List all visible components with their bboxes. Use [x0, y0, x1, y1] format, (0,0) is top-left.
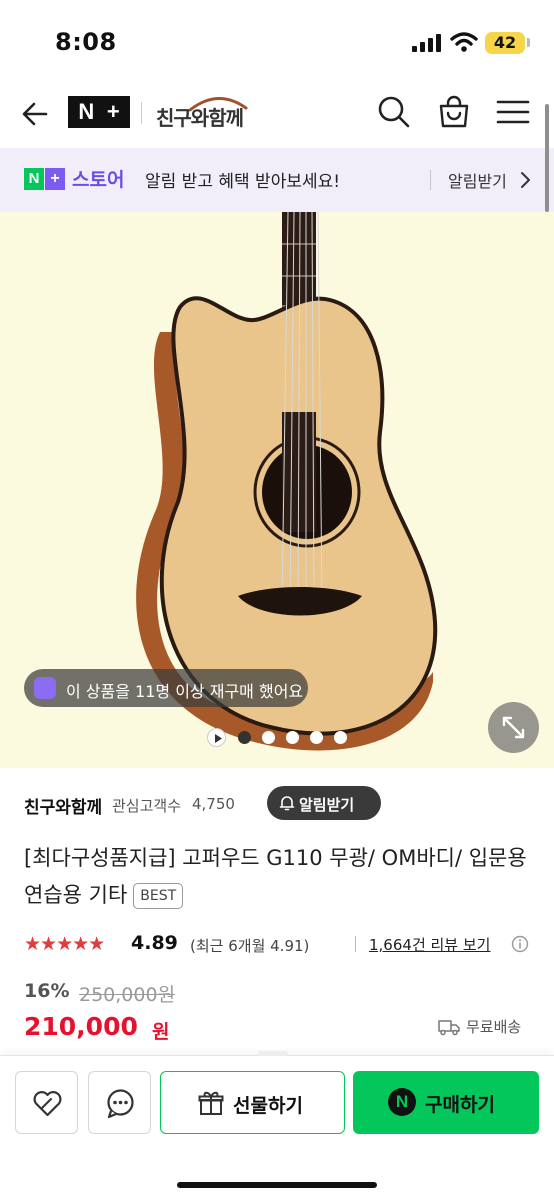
naver-plus-logo[interactable]: N + — [68, 96, 130, 128]
discount-percent: 16% — [24, 980, 70, 1002]
wishlist-button[interactable] — [15, 1071, 78, 1134]
talk-chat-button[interactable] — [88, 1071, 151, 1134]
star-rating-icon: ★★★★★ — [24, 933, 105, 955]
carousel-dot[interactable] — [262, 731, 275, 744]
nplus-logo-plus: + — [106, 99, 120, 124]
followers-label: 관심고객수 — [112, 797, 182, 815]
product-title-text: [최다구성품지급] 고퍼우드 G110 무광/ OM바디/ 입문용 연습용 기타 — [24, 846, 527, 907]
store-brand-logo[interactable]: 친구와함께 — [152, 94, 252, 130]
original-price: 250,000원 — [79, 984, 176, 1006]
battery-tip — [527, 38, 530, 47]
banner-message: 알림 받고 혜택 받아보세요! — [145, 172, 341, 192]
heart-icon — [33, 1091, 62, 1117]
expand-image-button[interactable] — [488, 702, 539, 753]
banner-logo-plus: + — [45, 168, 65, 190]
info-icon[interactable] — [511, 935, 529, 953]
buy-button[interactable]: N 구매하기 — [353, 1071, 539, 1134]
shopping-bag-icon[interactable] — [436, 94, 472, 130]
carousel-pagination[interactable] — [207, 728, 357, 747]
chat-bubble-icon — [107, 1089, 134, 1119]
logo-divider — [141, 102, 142, 124]
nplus-banner-logo: N + — [24, 168, 65, 190]
sale-price-unit: 원 — [152, 1021, 170, 1043]
search-icon[interactable] — [376, 94, 412, 130]
carousel-dot[interactable] — [238, 731, 251, 744]
battery-indicator: 42 — [485, 32, 525, 54]
review-link[interactable]: 1,664건 리뷰 보기 — [369, 934, 490, 955]
video-play-icon[interactable] — [207, 728, 226, 747]
shopping-bag-icon — [34, 677, 56, 699]
rating-row: ★★★★★ 4.89 (최근 6개월 4.91) 1,664건 리뷰 보기 — [24, 931, 534, 957]
best-badge: BEST — [133, 883, 184, 909]
product-image-carousel[interactable]: 이 상품을 11명 이상 재구매 했어요 — [0, 212, 554, 768]
rating-divider — [355, 936, 356, 952]
chevron-right-icon[interactable] — [519, 170, 531, 190]
store-notification-banner[interactable]: N + 스토어 알림 받고 혜택 받아보세요! 알림받기 — [0, 148, 554, 212]
seller-row: 친구와함께 관심고객수 4,750 알림받기 — [24, 786, 534, 822]
delivery-info: 무료배송 — [438, 1016, 538, 1038]
top-header: N + 친구와함께 — [0, 80, 554, 146]
followers-count: 4,750 — [192, 795, 235, 813]
repurchase-badge: 이 상품을 11명 이상 재구매 했어요 — [24, 669, 308, 707]
bell-plus-icon — [279, 796, 295, 811]
cellular-signal-icon — [412, 34, 441, 52]
banner-store-label: 스토어 — [72, 169, 125, 191]
status-time: 8:08 — [55, 28, 117, 56]
seller-notify-label: 알림받기 — [299, 796, 355, 814]
hamburger-menu-icon[interactable] — [495, 94, 531, 130]
wifi-icon — [450, 32, 478, 52]
buy-button-label: 구매하기 — [425, 1094, 495, 1116]
scroll-indicator[interactable] — [545, 104, 549, 212]
delivery-label: 무료배송 — [466, 1018, 522, 1036]
gift-box-icon — [198, 1091, 224, 1115]
carousel-dot[interactable] — [310, 731, 323, 744]
carousel-dot[interactable] — [334, 731, 347, 744]
banner-divider — [430, 170, 431, 190]
home-indicator[interactable] — [177, 1182, 377, 1188]
status-bar: 8:08 42 — [0, 0, 554, 80]
product-title: [최다구성품지급] 고퍼우드 G110 무광/ OM바디/ 입문용 연습용 기타… — [24, 840, 544, 914]
gift-button-label: 선물하기 — [233, 1095, 303, 1117]
gift-button[interactable]: 선물하기 — [160, 1071, 345, 1134]
rating-value: 4.89 — [131, 932, 178, 954]
nplus-logo-n: N — [78, 99, 95, 124]
seller-notify-button[interactable]: 알림받기 — [267, 786, 381, 820]
sale-price: 210,000 — [24, 1012, 138, 1041]
expand-arrows-icon — [502, 716, 525, 739]
banner-logo-n: N — [24, 168, 44, 190]
recent-rating: (최근 6개월 4.91) — [190, 937, 310, 955]
grab-handle — [258, 1051, 288, 1056]
brand-logo-text: 친구와함께 — [156, 106, 244, 130]
delivery-truck-icon — [438, 1020, 460, 1036]
banner-notify-link[interactable]: 알림받기 — [448, 168, 507, 192]
bottom-action-bar: 선물하기 N 구매하기 — [0, 1051, 554, 1200]
arrow-left-icon[interactable] — [18, 96, 54, 132]
carousel-dot[interactable] — [286, 731, 299, 744]
repurchase-text: 이 상품을 11명 이상 재구매 했어요 — [66, 682, 304, 701]
seller-name[interactable]: 친구와함께 — [24, 793, 102, 818]
naver-pay-logo: N — [388, 1088, 416, 1116]
